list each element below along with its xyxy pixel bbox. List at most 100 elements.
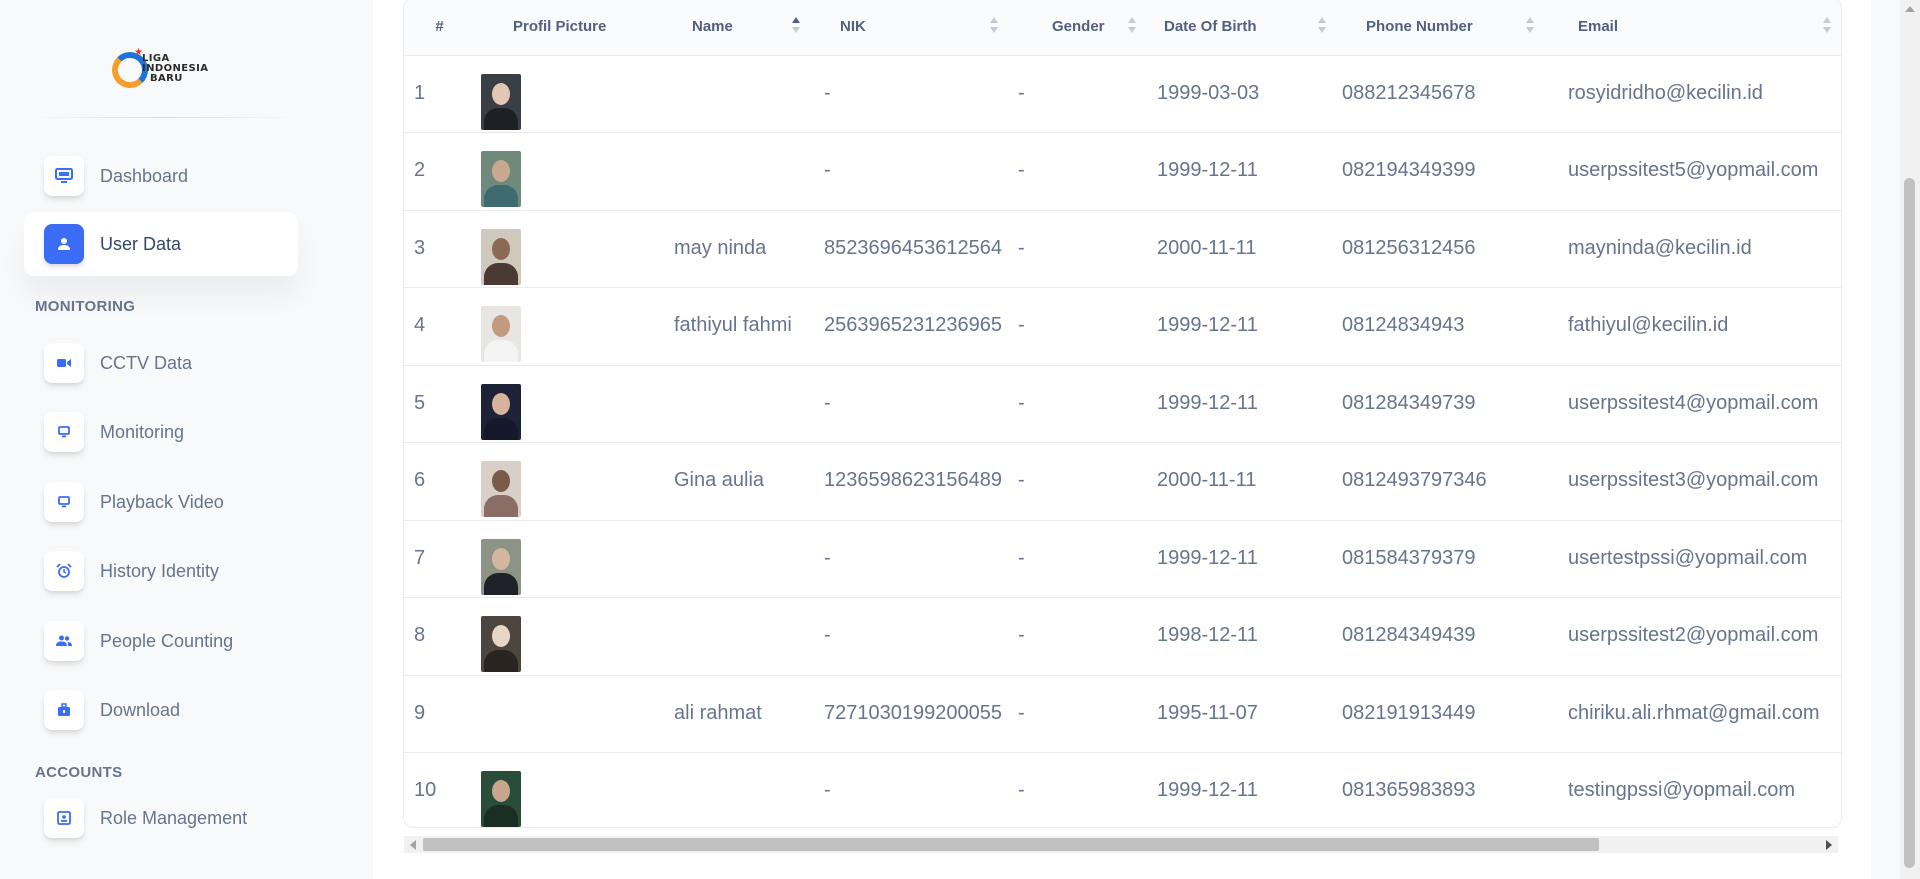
cell-gender-text: - bbox=[1018, 469, 1025, 491]
cell-number: 10 bbox=[404, 752, 475, 827]
sidebar-item-playback-video[interactable]: Playback Video bbox=[24, 470, 298, 534]
cell-email: userpssitest3@yopmail.com bbox=[1552, 442, 1841, 521]
cell-number: 3 bbox=[404, 210, 475, 288]
user-table: # Profil Picture Name NIK Gender Date Of… bbox=[404, 0, 1841, 827]
sidebar-item-label: Playback Video bbox=[100, 491, 224, 512]
table-row[interactable]: 10 - - 1999-12-11 081365983893 testingpssi@yo… bbox=[404, 752, 1841, 827]
cell-gender-text: - bbox=[1018, 546, 1025, 569]
page-vertical-scrollbar[interactable] bbox=[1900, 0, 1920, 879]
cell-number: 7 bbox=[404, 520, 475, 598]
scroll-up-icon[interactable] bbox=[1905, 6, 1915, 12]
cell-gender-text: - bbox=[1018, 701, 1025, 724]
cell-phone-number: 081365983893 bbox=[1342, 752, 1552, 827]
scroll-left-icon[interactable] bbox=[410, 840, 416, 850]
table-row[interactable]: 1 - - 1999-03-03 088212345678 rosyidridho@kec… bbox=[404, 55, 1841, 133]
table-row[interactable]: 3 may ninda 8523696453612564- 2000-11-11 081… bbox=[404, 210, 1841, 288]
cell-date-of-birth-text: 1999-03-03 bbox=[1157, 81, 1260, 104]
cell-profile-picture bbox=[475, 55, 662, 133]
profile-photo[interactable] bbox=[481, 228, 521, 285]
cell-date-of-birth-text: 2000-11-11 bbox=[1157, 236, 1257, 259]
horizontal-scrollbar[interactable] bbox=[404, 836, 1838, 853]
sort-icon[interactable] bbox=[1526, 17, 1534, 37]
cell-phone-number-text: 081584379379 bbox=[1342, 546, 1476, 569]
sidebar-item-monitoring[interactable]: Monitoring bbox=[24, 400, 298, 464]
column-header-email[interactable]: Email bbox=[1552, 0, 1841, 56]
sort-asc-icon[interactable] bbox=[792, 17, 800, 37]
cell-gender: - bbox=[1018, 520, 1152, 598]
table-row[interactable]: 4 fathiyul fahmi 2563965231236965- 1999-12-… bbox=[404, 287, 1841, 366]
cell-email: chiriku.ali.rhmat@gmail.com bbox=[1552, 675, 1841, 753]
table-row[interactable]: 8 - - 1998-12-11 081284349439 userpssitest2@y… bbox=[404, 597, 1841, 676]
cell-number-text: 6 bbox=[414, 469, 426, 491]
sidebar-item-download[interactable]: Download bbox=[24, 678, 298, 742]
cell-nik: 7271030199200055 bbox=[812, 675, 1018, 753]
cell-number-text: 9 bbox=[414, 701, 426, 724]
cell-number-text: 5 bbox=[414, 391, 426, 414]
cell-email: rosyidridho@kecilin.id bbox=[1552, 55, 1841, 133]
cell-phone-number-text: 088212345678 bbox=[1342, 81, 1476, 104]
table-row[interactable]: 9 ali rahmat 7271030199200055- 1995-11-07 08… bbox=[404, 675, 1841, 753]
cell-name bbox=[662, 597, 812, 676]
cell-phone-number: 082194349399 bbox=[1342, 132, 1552, 211]
table-row[interactable]: 2 - - 1999-12-11 082194349399 userpssitest5@y… bbox=[404, 132, 1841, 211]
cell-gender-text: - bbox=[1018, 779, 1025, 801]
cell-nik: - bbox=[812, 132, 1018, 211]
cell-email-text: usertestpssi@yopmail.com bbox=[1568, 546, 1808, 569]
cell-name: ali rahmat bbox=[662, 675, 812, 753]
cell-gender: - bbox=[1018, 675, 1152, 753]
sort-icon[interactable] bbox=[1128, 17, 1136, 37]
cell-nik-text: - bbox=[824, 159, 831, 181]
cell-date-of-birth-text: 1999-12-11 bbox=[1157, 159, 1258, 181]
cell-nik-text: 1236598623156489 bbox=[824, 469, 1002, 491]
cell-phone-number-text: 08124834943 bbox=[1342, 314, 1465, 336]
profile-photo[interactable] bbox=[481, 461, 521, 517]
sidebar-item-label: CCTV Data bbox=[100, 352, 193, 373]
column-header-phone-number[interactable]: Phone Number bbox=[1342, 0, 1552, 56]
horizontal-scroll-thumb[interactable] bbox=[423, 838, 1599, 851]
sidebar-item-cctv-data[interactable]: CCTV Data bbox=[24, 331, 298, 395]
cell-number-text: 3 bbox=[414, 236, 426, 259]
sidebar-item-role-management[interactable]: Role Management bbox=[24, 786, 298, 850]
monitor-icon bbox=[44, 482, 84, 522]
table-row[interactable]: 6 Gina aulia 1236598623156489- 2000-11-11 08… bbox=[404, 442, 1841, 521]
table-row[interactable]: 7 - - 1999-12-11 081584379379 usertestpssi@yo… bbox=[404, 520, 1841, 598]
profile-photo[interactable] bbox=[481, 306, 521, 362]
cell-phone-number-text: 082194349399 bbox=[1342, 159, 1476, 181]
column-header-number[interactable]: # bbox=[404, 0, 475, 56]
cell-date-of-birth-text: 1999-12-11 bbox=[1157, 779, 1258, 801]
cell-name bbox=[662, 520, 812, 598]
sidebar-item-people-counting[interactable]: People Counting bbox=[24, 609, 298, 673]
cell-gender: - bbox=[1018, 752, 1152, 827]
cell-phone-number: 081284349439 bbox=[1342, 597, 1552, 676]
sort-icon[interactable] bbox=[990, 17, 998, 37]
sort-icon[interactable] bbox=[1318, 17, 1326, 37]
table-body: 1 - - 1999-03-03 088212345678 rosyidridho@kec… bbox=[404, 55, 1841, 827]
profile-photo[interactable] bbox=[481, 73, 521, 130]
cell-gender: - bbox=[1018, 365, 1152, 443]
profile-photo[interactable] bbox=[481, 616, 521, 672]
sidebar-item-user-data[interactable]: User Data bbox=[24, 212, 298, 276]
cell-name bbox=[662, 365, 812, 443]
sort-icon[interactable] bbox=[1823, 17, 1831, 37]
section-title-monitoring: MONITORING bbox=[35, 298, 136, 315]
cell-phone-number-text: 081256312456 bbox=[1342, 236, 1476, 259]
user-icon bbox=[44, 224, 84, 264]
cell-name: may ninda bbox=[662, 210, 812, 288]
table-row[interactable]: 5 - - 1999-12-11 081284349739 userpssitest4@y… bbox=[404, 365, 1841, 443]
scroll-right-icon[interactable] bbox=[1826, 840, 1832, 850]
profile-photo[interactable] bbox=[481, 383, 521, 440]
sidebar-item-history-identity[interactable]: History Identity bbox=[24, 539, 298, 603]
column-header-gender[interactable]: Gender bbox=[1018, 0, 1152, 56]
column-header-nik[interactable]: NIK bbox=[812, 0, 1018, 56]
column-header-profile-picture[interactable]: Profil Picture bbox=[475, 0, 723, 56]
liga-indonesia-baru-logo[interactable]: ★ LIGA INDONESIA BARU bbox=[112, 48, 212, 92]
cell-gender: - bbox=[1018, 210, 1152, 288]
profile-photo[interactable] bbox=[481, 538, 521, 595]
vertical-scroll-thumb[interactable] bbox=[1904, 178, 1915, 868]
profile-photo[interactable] bbox=[481, 771, 521, 827]
column-header-date-of-birth[interactable]: Date Of Birth bbox=[1152, 0, 1342, 56]
column-header-name[interactable]: Name bbox=[662, 0, 812, 56]
profile-photo[interactable] bbox=[481, 151, 521, 207]
cell-phone-number: 081584379379 bbox=[1342, 520, 1552, 598]
sidebar-item-dashboard[interactable]: Dashboard bbox=[24, 144, 298, 208]
